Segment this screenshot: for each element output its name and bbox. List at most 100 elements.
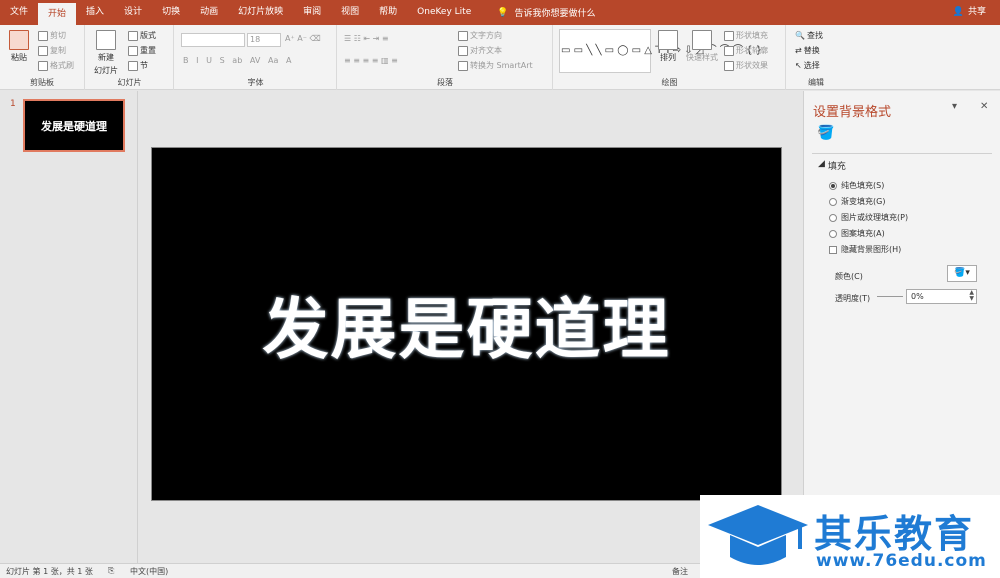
hide-background-checkbox[interactable] (829, 245, 837, 254)
radio-gradient[interactable] (829, 197, 837, 206)
group-font: 18 A⁺ A⁻ ⌫ B I U S ab AV Aa A 字体 (175, 25, 337, 90)
hide-background-label: 隐藏背景图形(H) (841, 245, 902, 254)
quick-styles-label: 快速样式 (686, 53, 718, 62)
select-button[interactable]: ↖ 选择 (795, 60, 820, 71)
align-text-button[interactable]: 对齐文本 (458, 45, 502, 56)
radio-solid[interactable] (829, 181, 837, 190)
shapes-gallery[interactable]: ▭ ▭ ╲ ╲ ▭ ◯ ▭ △ ⅂ ⅂ ⇨ ⇩ ◿ ⌒ ⌒ ⌒ { } (559, 29, 762, 73)
transparency-slider[interactable] (877, 296, 903, 297)
pattern-fill-option[interactable]: 图案填充(A) (829, 228, 885, 239)
paint-bucket-icon (724, 30, 734, 41)
collapse-triangle-icon: ◢ (818, 159, 825, 169)
smartart-button[interactable]: 转换为 SmartArt (458, 60, 533, 71)
solid-fill-label: 纯色填充(S) (841, 181, 885, 190)
align-buttons[interactable]: ≡ ≡ ≡ ≡ ▥ ≡ (344, 56, 398, 65)
tell-me-text: 告诉我你想要做什么 (514, 9, 596, 19)
effects-icon (724, 60, 734, 71)
gradient-fill-option[interactable]: 渐变填充(G) (829, 196, 885, 207)
radio-picture[interactable] (829, 213, 837, 222)
tab-slideshow[interactable]: 幻灯片放映 (228, 0, 293, 25)
notes-button[interactable]: 备注 (672, 566, 688, 577)
layout-button[interactable]: 版式 (128, 30, 156, 41)
tab-transitions[interactable]: 切换 (152, 0, 190, 25)
arrange-button[interactable]: 排列 (658, 30, 678, 63)
replace-icon: ⇄ (795, 46, 802, 55)
paint-bucket-icon[interactable]: 🪣 (817, 125, 834, 141)
tab-insert[interactable]: 插入 (76, 0, 114, 25)
quick-styles-button[interactable]: 快速样式 (686, 30, 718, 63)
list-buttons[interactable]: ☰ ☷ ⇤ ⇥ ≡ (344, 34, 389, 43)
section-button[interactable]: 节 (128, 60, 148, 71)
spinner-icon[interactable]: ▲ ▼ (969, 290, 974, 302)
group-drawing: ▭ ▭ ╲ ╲ ▭ ◯ ▭ △ ⅂ ⅂ ⇨ ⇩ ◿ ⌒ ⌒ ⌒ { } 排列 快… (554, 25, 786, 90)
shape-effects-button[interactable]: 形状效果 (724, 60, 768, 71)
pane-options-icon[interactable]: ▾ (952, 101, 957, 112)
align-text-icon (458, 45, 468, 56)
font-size-box[interactable]: 18 (247, 33, 281, 47)
transparency-label: 透明度(T) (835, 294, 871, 303)
scissors-icon (38, 30, 48, 41)
copy-button[interactable]: 复制 (38, 45, 66, 56)
replace-button[interactable]: ⇄ 替换 (795, 45, 820, 56)
tab-view[interactable]: 视图 (331, 0, 369, 25)
tab-home[interactable]: 开始 (38, 3, 77, 25)
tab-onekey[interactable]: OneKey Lite (407, 0, 481, 25)
group-paragraph: ☰ ☷ ⇤ ⇥ ≡ ≡ ≡ ≡ ≡ ▥ ≡ 文字方向 对齐文本 转换为 Smar… (338, 25, 553, 90)
tell-me-box[interactable]: 💡 告诉我你想要做什么 (481, 6, 596, 20)
new-slide-button[interactable]: 新建 幻灯片 (94, 30, 118, 76)
editing-group-label: 编辑 (808, 78, 824, 87)
slide-thumbnail-pane: 1 发展是硬道理 (0, 91, 138, 563)
transparency-value: 0% (911, 292, 924, 301)
font-style-buttons[interactable]: B I U S ab AV Aa A (183, 56, 291, 65)
cut-button[interactable]: 剪切 (38, 30, 66, 41)
paste-button[interactable]: 粘贴 (9, 30, 29, 63)
text-direction-button[interactable]: 文字方向 (458, 30, 502, 41)
tab-animations[interactable]: 动画 (190, 0, 228, 25)
replace-label: 替换 (803, 46, 820, 55)
transparency-input[interactable]: 0% ▲ ▼ (906, 289, 977, 304)
find-label: 查找 (806, 31, 823, 40)
text-direction-icon (458, 30, 468, 41)
align-text-label: 对齐文本 (470, 46, 502, 55)
slide-thumbnail[interactable]: 发展是硬道理 (23, 99, 125, 152)
font-name-box[interactable] (181, 33, 245, 47)
tab-review[interactable]: 审阅 (293, 0, 331, 25)
format-painter-label: 格式刷 (50, 61, 74, 70)
color-picker-button[interactable]: 🪣▾ (947, 265, 977, 282)
picture-fill-label: 图片或纹理填充(P) (841, 213, 909, 222)
slide-canvas[interactable]: 发展是硬道理 (151, 147, 782, 501)
paragraph-group-label: 段落 (437, 78, 453, 87)
fill-section-header[interactable]: ◢ 填充 (818, 159, 846, 172)
radio-pattern[interactable] (829, 229, 837, 238)
ribbon: 粘贴 剪切 复制 格式刷 剪贴板 新建 幻灯片 版式 重置 节 幻灯片 18 A… (0, 25, 1000, 90)
spellcheck-icon[interactable]: ⎘ (108, 566, 114, 576)
share-label: 共享 (967, 7, 986, 17)
select-label: 选择 (803, 61, 820, 70)
color-label: 颜色(C) (835, 272, 863, 281)
tab-help[interactable]: 帮助 (369, 0, 407, 25)
new-slide-icon (96, 30, 116, 50)
shape-fill-button[interactable]: 形状填充 (724, 30, 768, 41)
slide-title-text[interactable]: 发展是硬道理 (263, 276, 671, 372)
language-status[interactable]: 中文(中国) (130, 566, 168, 577)
share-button[interactable]: 👤 共享 (953, 0, 986, 25)
cut-label: 剪切 (50, 31, 66, 40)
clipboard-group-label: 剪贴板 (30, 78, 54, 87)
pane-divider (812, 153, 992, 154)
close-icon[interactable]: ✕ (980, 101, 988, 112)
solid-fill-option[interactable]: 纯色填充(S) (829, 180, 884, 191)
reset-button[interactable]: 重置 (128, 45, 156, 56)
smartart-icon (458, 60, 468, 71)
fill-section-label: 填充 (827, 162, 846, 172)
tab-file[interactable]: 文件 (0, 0, 38, 25)
find-button[interactable]: 🔍 查找 (795, 30, 823, 41)
search-icon: 🔍 (795, 31, 805, 40)
tab-design[interactable]: 设计 (114, 0, 152, 25)
format-painter-button[interactable]: 格式刷 (38, 60, 74, 71)
hide-background-option[interactable]: 隐藏背景图形(H) (829, 244, 901, 255)
shape-outline-button[interactable]: 形状轮廓 (724, 45, 768, 56)
picture-fill-option[interactable]: 图片或纹理填充(P) (829, 212, 908, 223)
ribbon-tab-bar: 文件 开始 插入 设计 切换 动画 幻灯片放映 审阅 视图 帮助 OneKey … (0, 0, 1000, 25)
font-grow-button[interactable]: A⁺ A⁻ ⌫ (285, 34, 321, 43)
text-direction-label: 文字方向 (470, 31, 502, 40)
